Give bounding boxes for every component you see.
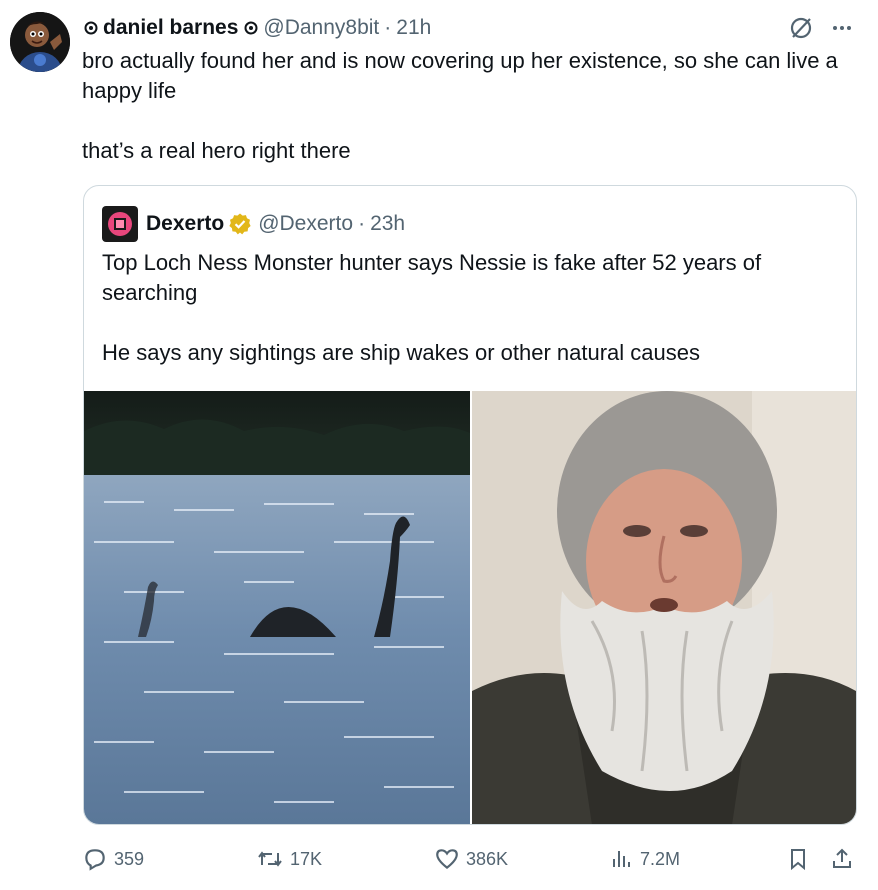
- author-name[interactable]: daniel barnes: [103, 16, 238, 40]
- bookmark-icon: [791, 849, 805, 871]
- views-button[interactable]: 7.2M: [610, 842, 680, 876]
- reply-count: 359: [114, 848, 145, 869]
- repost-count: 17K: [290, 848, 323, 869]
- quoted-text: Top Loch Ness Monster hunter says Nessie…: [102, 250, 762, 365]
- repost-icon: [258, 851, 282, 867]
- badge-icon: [84, 21, 98, 35]
- views-count: 7.2M: [640, 848, 681, 869]
- bearded-man-photo[interactable]: [472, 391, 856, 824]
- like-button[interactable]: 386K: [434, 842, 508, 876]
- loch-ness-monster-photo[interactable]: [84, 391, 470, 824]
- slash-circle-icon[interactable]: [788, 15, 814, 41]
- like-count: 386K: [466, 848, 509, 869]
- quoted-avatar[interactable]: [102, 206, 138, 242]
- repost-button[interactable]: 17K: [256, 842, 322, 876]
- share-button[interactable]: [830, 842, 854, 876]
- reply-icon: [85, 849, 105, 871]
- more-icon[interactable]: [830, 16, 854, 40]
- quoted-timestamp[interactable]: 23h: [370, 212, 405, 236]
- verified-badge-icon: [229, 213, 251, 235]
- separator: ·: [358, 212, 366, 235]
- quoted-handle[interactable]: @Dexerto: [258, 212, 353, 236]
- bookmark-button[interactable]: [786, 842, 810, 876]
- tweet-header: daniel barnes @Danny8bit · 21h: [82, 13, 858, 43]
- tweet-actions: 359 17K 386K 7.2M: [82, 842, 858, 876]
- badge-icon: [244, 21, 258, 35]
- reply-button[interactable]: 359: [82, 842, 144, 876]
- tweet-text: bro actually found her and is now coveri…: [82, 48, 838, 163]
- author-handle[interactable]: @Danny8bit: [263, 16, 379, 40]
- share-icon: [833, 848, 851, 868]
- heart-icon: [436, 849, 458, 870]
- quoted-author-name[interactable]: Dexerto: [146, 212, 224, 236]
- timestamp[interactable]: 21h: [396, 16, 431, 40]
- separator: ·: [384, 16, 392, 39]
- quoted-tweet[interactable]: Dexerto @Dexerto · 23h Top Loch Ness Mon…: [83, 185, 857, 825]
- avatar[interactable]: [10, 12, 70, 72]
- views-chart-icon: [613, 851, 630, 867]
- quoted-header: Dexerto @Dexerto · 23h: [102, 206, 405, 242]
- quoted-media: [84, 391, 856, 824]
